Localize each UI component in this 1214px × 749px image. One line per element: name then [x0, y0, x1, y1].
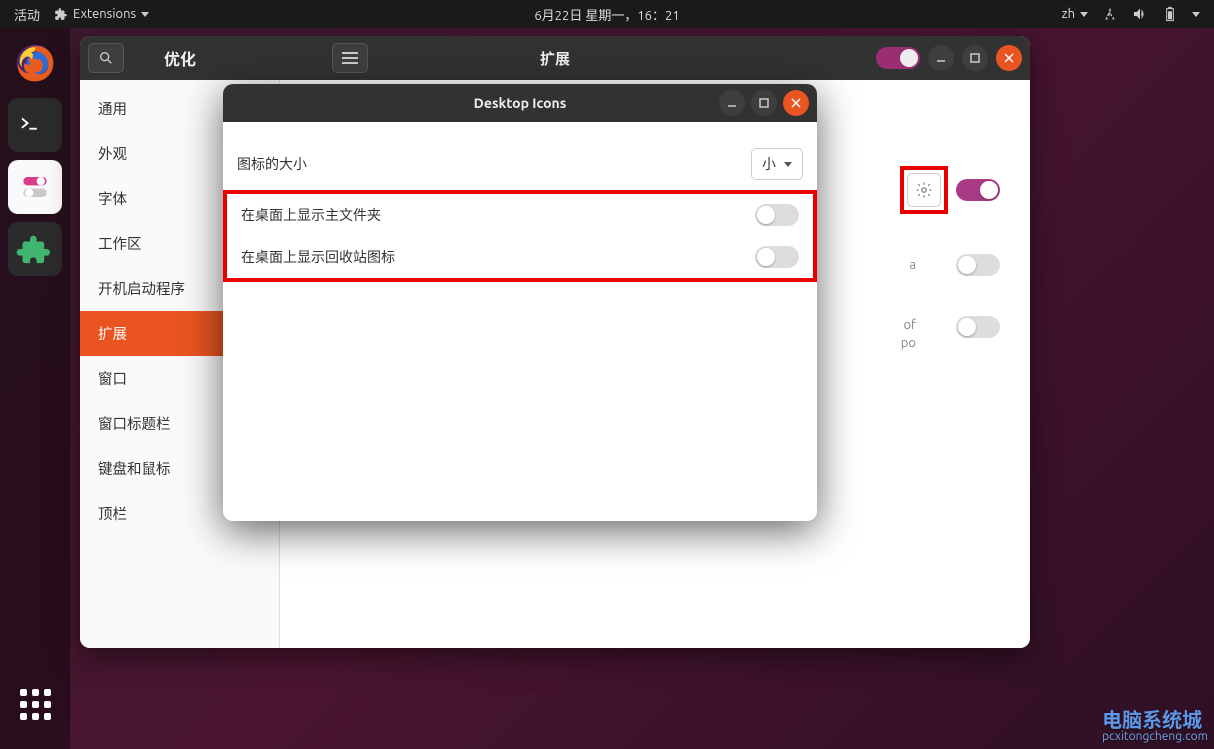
network-icon[interactable]	[1102, 6, 1118, 22]
chevron-down-icon	[1192, 12, 1200, 17]
topbar-app-name: Extensions	[73, 7, 136, 21]
topbar-app-menu[interactable]: Extensions	[54, 7, 149, 21]
icon-size-row: 图标的大小 小	[237, 138, 803, 190]
terminal-icon	[16, 111, 54, 139]
dialog-title: Desktop Icons	[474, 95, 567, 111]
sidebar-header-title: 优化	[164, 46, 196, 70]
maximize-button[interactable]	[962, 45, 988, 71]
dock-terminal[interactable]	[8, 98, 62, 152]
page-title: 扩展	[540, 48, 570, 69]
chevron-down-icon	[141, 12, 149, 17]
puzzle-icon	[54, 7, 68, 21]
tweaks-header: 优化 扩展	[80, 36, 1030, 80]
highlight-marker	[900, 166, 948, 214]
hamburger-icon	[342, 52, 358, 64]
partial-text: a	[909, 258, 916, 272]
input-method-indicator[interactable]: zh	[1062, 7, 1088, 21]
show-home-row: 在桌面上显示主文件夹	[241, 194, 799, 236]
dialog-close-button[interactable]	[783, 90, 809, 116]
gear-icon	[915, 181, 933, 199]
hamburger-button[interactable]	[332, 43, 368, 73]
dialog-header: Desktop Icons	[223, 84, 817, 122]
show-trash-row: 在桌面上显示回收站图标	[241, 236, 799, 278]
minimize-button[interactable]	[928, 45, 954, 71]
icon-size-label: 图标的大小	[237, 154, 307, 174]
show-trash-toggle[interactable]	[755, 246, 799, 268]
extension-settings-button[interactable]	[907, 173, 941, 207]
desktop-icons-dialog: Desktop Icons 图标的大小 小 在桌面上显示主文件夹 在桌面上显示回…	[223, 84, 817, 521]
tweaks-icon	[15, 167, 55, 207]
dock	[0, 28, 70, 749]
extension-toggle-2[interactable]	[956, 254, 1000, 276]
chevron-down-icon	[1080, 12, 1088, 17]
icon-size-value: 小	[762, 154, 776, 174]
chevron-down-icon	[784, 162, 792, 167]
show-home-label: 在桌面上显示主文件夹	[241, 205, 381, 225]
puzzle-icon	[15, 229, 55, 269]
dock-tweaks[interactable]	[8, 160, 62, 214]
extension-toggle-3[interactable]	[956, 316, 1000, 338]
battery-icon[interactable]	[1162, 6, 1178, 22]
activities-button[interactable]: 活动	[14, 5, 40, 24]
icon-size-select[interactable]: 小	[751, 148, 803, 180]
extensions-master-toggle[interactable]	[876, 47, 920, 69]
dock-extensions[interactable]	[8, 222, 62, 276]
search-button[interactable]	[88, 43, 124, 73]
grid-icon	[20, 689, 51, 720]
dialog-minimize-button[interactable]	[719, 90, 745, 116]
volume-icon[interactable]	[1132, 6, 1148, 22]
dock-firefox[interactable]	[8, 36, 62, 90]
partial-text: po	[901, 336, 916, 350]
firefox-icon	[14, 42, 56, 84]
top-bar: 活动 Extensions 6月22日 星期一，16：21 zh	[0, 0, 1214, 28]
watermark: 电脑系统城 pcxitongcheng.com	[1102, 704, 1208, 743]
show-home-toggle[interactable]	[755, 204, 799, 226]
search-icon	[98, 50, 114, 66]
partial-text: of	[903, 318, 916, 332]
show-trash-label: 在桌面上显示回收站图标	[241, 247, 395, 267]
dialog-maximize-button[interactable]	[751, 90, 777, 116]
topbar-clock[interactable]: 6月22日 星期一，16：21	[534, 5, 679, 24]
highlight-frame: 在桌面上显示主文件夹 在桌面上显示回收站图标	[223, 190, 817, 282]
close-button[interactable]	[996, 45, 1022, 71]
extension-toggle-1[interactable]	[956, 179, 1000, 201]
dock-apps-grid[interactable]	[8, 677, 62, 731]
